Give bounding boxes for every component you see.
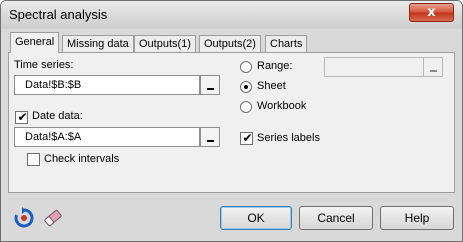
- tab-outputs-1[interactable]: Outputs(1): [134, 35, 196, 53]
- check-intervals-checkbox[interactable]: [27, 153, 40, 166]
- time-series-range-button[interactable]: [200, 75, 220, 95]
- window-title: Spectral analysis: [9, 7, 108, 22]
- clear-button[interactable]: [41, 206, 65, 230]
- title-bar[interactable]: Spectral analysis x: [1, 1, 462, 29]
- date-data-checkbox[interactable]: ✔: [15, 110, 28, 124]
- reset-button[interactable]: [12, 206, 36, 230]
- tab-outputs-2[interactable]: Outputs(2): [199, 35, 261, 53]
- refresh-icon: [14, 207, 34, 228]
- eraser-icon: [44, 209, 62, 227]
- tab-label: General: [15, 36, 55, 48]
- sheet-radio-label: Sheet: [257, 80, 286, 92]
- tab-general[interactable]: General: [10, 32, 60, 53]
- time-series-input[interactable]: Data!$B:$B: [14, 75, 200, 95]
- date-data-value: Data!$A:$A: [25, 131, 82, 143]
- workbook-radio[interactable]: [240, 101, 252, 113]
- range-select-button[interactable]: [423, 57, 443, 77]
- ok-button[interactable]: OK: [220, 206, 292, 230]
- help-button[interactable]: Help: [380, 206, 454, 230]
- range-select-icon: [430, 70, 437, 72]
- close-button[interactable]: x: [409, 3, 454, 22]
- ok-label: OK: [247, 211, 265, 225]
- cancel-button[interactable]: Cancel: [299, 206, 373, 230]
- range-input[interactable]: [324, 57, 424, 77]
- range-select-icon: [207, 88, 214, 90]
- dialog-window: Spectral analysis x General Missing data…: [0, 0, 463, 242]
- tab-label: Missing data: [67, 38, 129, 50]
- workbook-radio-label: Workbook: [257, 100, 307, 112]
- date-data-input[interactable]: Data!$A:$A: [14, 127, 200, 147]
- time-series-label: Time series:: [14, 59, 74, 71]
- help-label: Help: [404, 211, 430, 225]
- date-data-range-button[interactable]: [200, 127, 220, 147]
- tab-label: Charts: [270, 38, 303, 50]
- tab-label: Outputs(2): [204, 38, 256, 50]
- tab-charts[interactable]: Charts: [265, 35, 308, 53]
- check-icon: ✔: [242, 131, 253, 145]
- check-icon: ✔: [17, 110, 28, 124]
- date-data-label: Date data:: [32, 110, 83, 122]
- time-series-value: Data!$B:$B: [25, 79, 82, 91]
- tab-label: Outputs(1): [139, 38, 191, 50]
- range-radio-label: Range:: [257, 60, 293, 72]
- series-labels-checkbox[interactable]: ✔: [240, 131, 253, 145]
- radio-selected-dot: [244, 85, 248, 89]
- series-labels-label: Series labels: [257, 132, 320, 144]
- range-select-icon: [207, 140, 214, 142]
- close-icon: x: [427, 5, 436, 20]
- tab-missing-data[interactable]: Missing data: [62, 35, 134, 53]
- range-radio[interactable]: [240, 61, 252, 73]
- cancel-label: Cancel: [317, 211, 355, 225]
- sheet-radio[interactable]: [240, 81, 252, 93]
- check-intervals-label: Check intervals: [44, 153, 120, 165]
